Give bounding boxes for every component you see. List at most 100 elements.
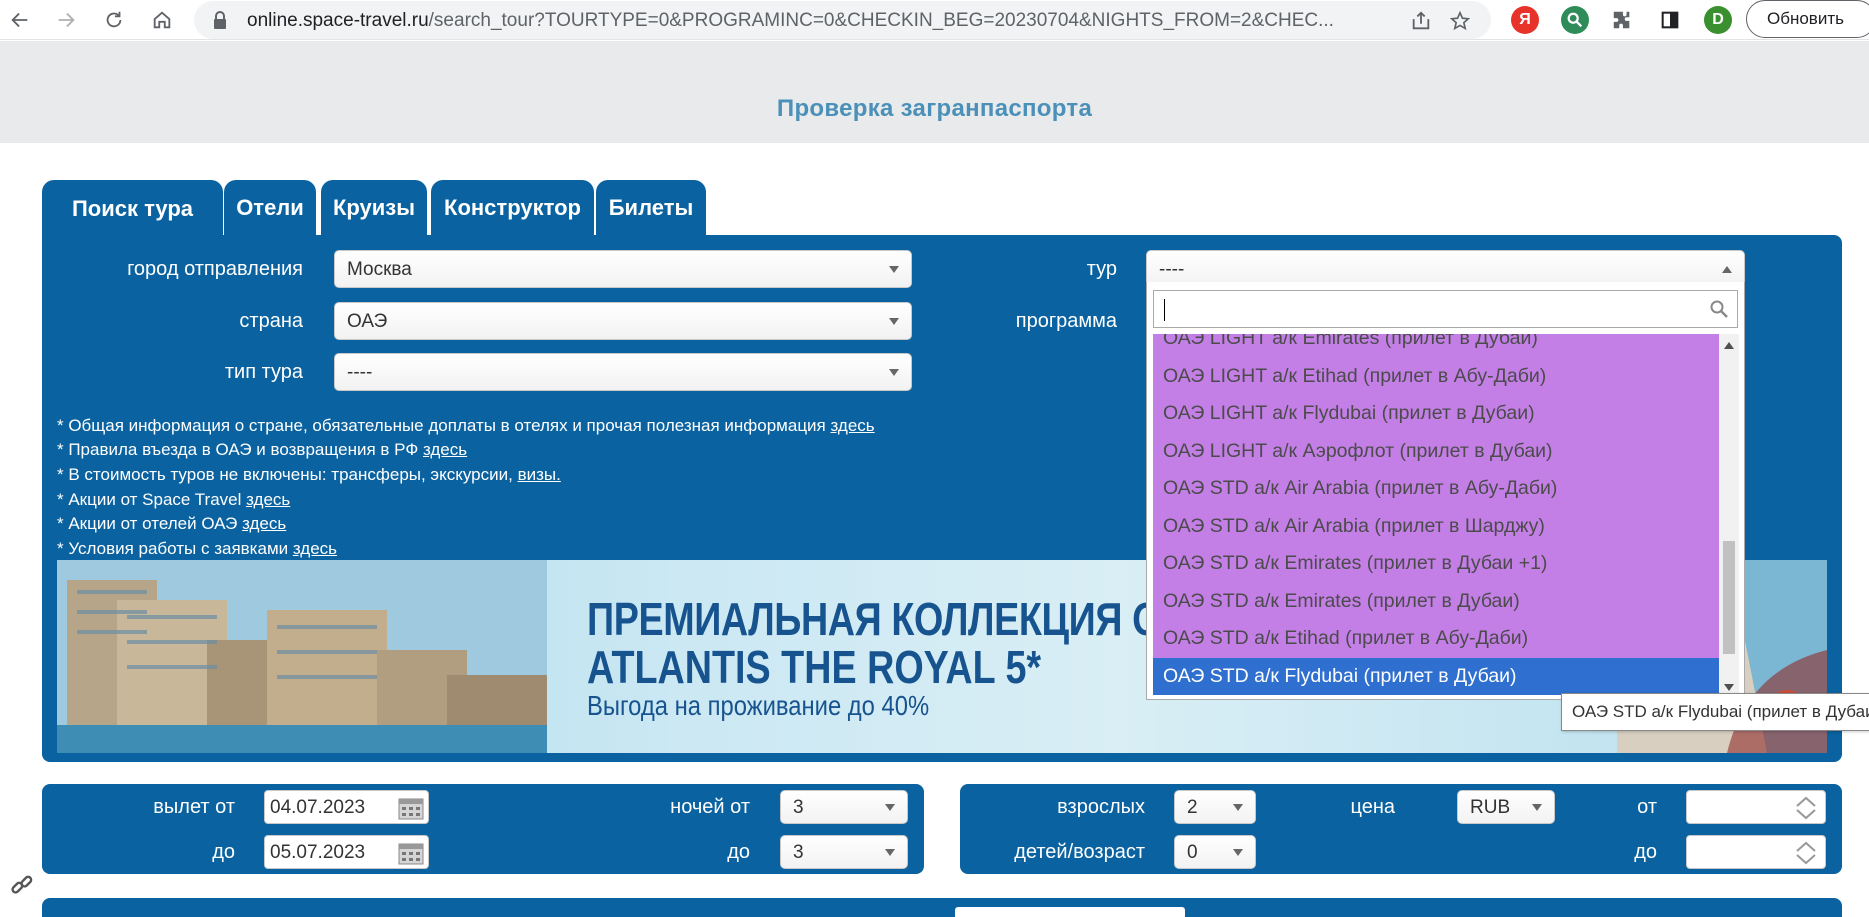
adults-select[interactable]: 2 <box>1174 790 1256 824</box>
price-from-label: от <box>1637 796 1657 818</box>
price-label: цена <box>1350 796 1395 818</box>
yandex-extension-icon[interactable]: Я <box>1511 6 1539 34</box>
tour-option[interactable]: ОАЭ LIGHT а/к Flydubai (прилет в Дубаи) <box>1153 395 1719 433</box>
url-text[interactable]: online.space-travel.ru/search_tour?TOURT… <box>247 10 1387 32</box>
option-tooltip: ОАЭ STD а/к Flydubai (прилет в Дубаи) <box>1561 693 1869 731</box>
chevron-down-icon <box>889 266 899 273</box>
currency-value: RUB <box>1470 797 1511 818</box>
tour-value: ---- <box>1159 259 1185 280</box>
info-line-conditions: * Условия работы с заявками здесь <box>57 539 337 559</box>
tour-dropdown[interactable]: ОАЭ LIGHT а/к Emirates (прилет в Дубаи) … <box>1146 282 1745 700</box>
chevron-down-icon <box>889 318 899 325</box>
price-from-input[interactable] <box>1686 790 1826 824</box>
city-label: город отправления <box>127 258 303 280</box>
info-link[interactable]: здесь <box>423 440 467 459</box>
calendar-icon[interactable] <box>398 841 424 865</box>
info-text: * В стоимость туров не включены: трансфе… <box>57 465 518 484</box>
bottom-field[interactable] <box>955 907 1185 917</box>
info-link[interactable]: здесь <box>246 490 290 509</box>
side-panel-icon[interactable] <box>1656 6 1684 34</box>
tourtype-label: тип тура <box>224 361 303 383</box>
tab-tour-search[interactable]: Поиск тура <box>42 180 223 237</box>
home-icon[interactable] <box>148 6 176 34</box>
info-link[interactable]: здесь <box>293 539 337 558</box>
back-icon[interactable] <box>6 6 34 34</box>
tab-constructor[interactable]: Конструктор <box>431 180 594 236</box>
depart-to-value: 05.07.2023 <box>270 842 366 863</box>
tour-option-highlighted[interactable]: ОАЭ STD а/к Flydubai (прилет в Дубаи) <box>1153 657 1719 695</box>
banner-hotel-name: ATLANTIS THE ROYAL 5* <box>587 641 1042 693</box>
scroll-up-icon[interactable] <box>1724 342 1734 349</box>
tourtype-value: ---- <box>347 362 373 383</box>
share-icon[interactable] <box>1409 9 1433 33</box>
nights-to-select[interactable]: 3 <box>780 835 908 869</box>
calendar-icon[interactable] <box>398 796 424 820</box>
number-spinner-icon[interactable] <box>1795 795 1817 821</box>
tour-search-input[interactable] <box>1153 290 1738 328</box>
tour-option[interactable]: ОАЭ LIGHT а/к Аэрофлот (прилет в Дубаи) <box>1153 432 1719 470</box>
info-link[interactable]: визы. <box>518 465 561 484</box>
chevron-down-icon <box>885 804 895 811</box>
search-icon <box>1710 300 1728 318</box>
children-select[interactable]: 0 <box>1174 835 1256 869</box>
profile-letter: D <box>1712 11 1724 28</box>
info-text: * Правила въезда в ОАЭ и возвращения в Р… <box>57 440 423 459</box>
nights-from-value: 3 <box>793 797 804 818</box>
city-value: Москва <box>347 259 412 280</box>
tour-option[interactable]: ОАЭ STD а/к Etihad (прилет в Абу-Даби) <box>1153 620 1719 658</box>
lock-icon[interactable] <box>212 11 228 36</box>
forward-icon[interactable] <box>52 6 80 34</box>
adults-label: взрослых <box>1057 796 1145 818</box>
chevron-down-icon <box>1233 849 1243 856</box>
chevron-down-icon <box>885 849 895 856</box>
yandex-letter: Я <box>1519 11 1531 28</box>
tour-options-list: ОАЭ LIGHT а/к Emirates (прилет в Дубаи) … <box>1153 334 1719 700</box>
update-button[interactable]: Обновить <box>1746 0 1869 38</box>
currency-select[interactable]: RUB <box>1457 790 1555 824</box>
country-select[interactable]: ОАЭ <box>334 302 912 340</box>
country-label: страна <box>239 310 303 332</box>
tour-option[interactable]: ОАЭ STD а/к Emirates (прилет в Дубаи +1) <box>1153 545 1719 583</box>
nights-to-label: до <box>727 841 750 863</box>
tab-hotels[interactable]: Отели <box>224 180 316 236</box>
info-link[interactable]: здесь <box>242 514 286 533</box>
depart-from-value: 04.07.2023 <box>270 797 366 818</box>
info-link[interactable]: здесь <box>830 416 874 435</box>
bookmark-star-icon[interactable] <box>1448 9 1472 33</box>
tour-option[interactable]: ОАЭ LIGHT а/к Emirates (прилет в Дубаи) <box>1153 334 1719 358</box>
info-text: * Акции от Space Travel <box>57 490 247 509</box>
info-text: * Условия работы с заявками <box>57 539 293 558</box>
chevron-down-icon <box>889 369 899 376</box>
nights-from-label: ночей от <box>670 796 750 818</box>
depart-from-field[interactable]: 04.07.2023 <box>264 790 429 824</box>
tour-option[interactable]: ОАЭ LIGHT а/к Etihad (прилет в Абу-Даби) <box>1153 357 1719 395</box>
dropdown-scrollbar[interactable] <box>1719 334 1739 700</box>
nights-from-select[interactable]: 3 <box>780 790 908 824</box>
profile-avatar[interactable]: D <box>1704 6 1732 34</box>
tour-option[interactable]: ОАЭ STD а/к Air Arabia (прилет в Шарджу) <box>1153 507 1719 545</box>
passport-check-link[interactable]: Проверка загранпаспорта <box>0 95 1869 123</box>
info-line-not-included: * В стоимость туров не включены: трансфе… <box>57 465 561 485</box>
tab-cruises[interactable]: Круизы <box>321 180 427 236</box>
search-extension-icon[interactable] <box>1561 6 1589 34</box>
price-to-input[interactable] <box>1686 835 1826 869</box>
scrollbar-thumb[interactable] <box>1723 541 1735 654</box>
city-select[interactable]: Москва <box>334 250 912 288</box>
reload-icon[interactable] <box>100 6 128 34</box>
address-bar[interactable]: online.space-travel.ru/search_tour?TOURT… <box>194 1 1491 39</box>
country-value: ОАЭ <box>347 311 388 332</box>
link-icon[interactable] <box>9 873 35 899</box>
url-host: online.space-travel.ru <box>247 10 429 31</box>
info-text: * Акции от отелей ОАЭ <box>57 514 243 533</box>
tab-tickets[interactable]: Билеты <box>596 180 706 236</box>
number-spinner-icon[interactable] <box>1795 840 1817 866</box>
program-label: программа <box>1015 310 1117 332</box>
tour-option[interactable]: ОАЭ STD а/к Emirates (прилет в Дубаи) <box>1153 582 1719 620</box>
extensions-puzzle-icon[interactable] <box>1608 6 1636 34</box>
tour-label: тур <box>1086 258 1117 280</box>
banner-discount: Выгода на проживание до 40% <box>587 690 930 721</box>
scroll-down-icon[interactable] <box>1724 684 1734 691</box>
tour-option[interactable]: ОАЭ STD а/к Air Arabia (прилет в Абу-Даб… <box>1153 470 1719 508</box>
tourtype-select[interactable]: ---- <box>334 353 912 391</box>
depart-to-field[interactable]: 05.07.2023 <box>264 835 429 869</box>
